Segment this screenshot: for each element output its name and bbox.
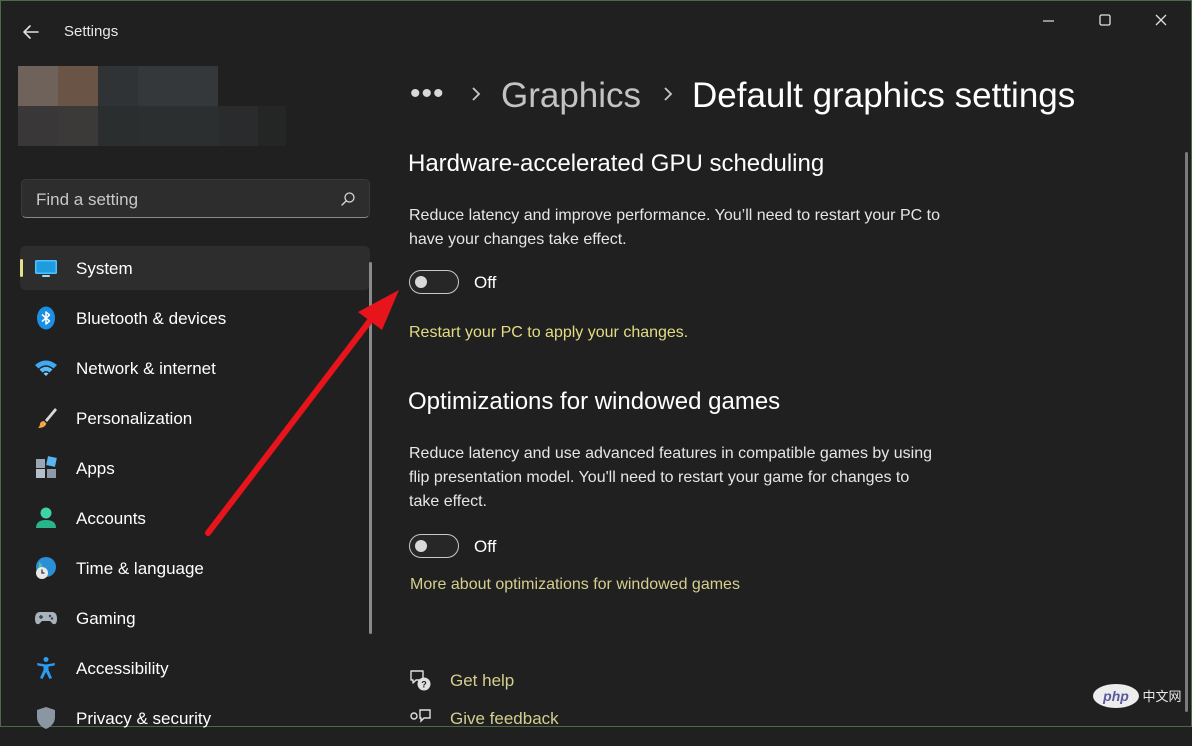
restart-pc-link[interactable]: Restart your PC to apply your changes.	[409, 324, 688, 342]
sidebar-item-label: Apps	[76, 459, 115, 478]
sidebar-scrollbar[interactable]	[369, 262, 372, 634]
svg-text:中文网: 中文网	[1142, 690, 1181, 705]
windowed-games-toggle-state: Off	[474, 537, 497, 556]
gpu-scheduling-toggle-state: Off	[474, 273, 497, 292]
gpu-scheduling-title: Hardware-accelerated GPU scheduling	[408, 150, 825, 177]
back-arrow-icon	[23, 25, 39, 39]
sidebar-item-label: Network & internet	[76, 359, 216, 378]
maximize-icon	[1099, 14, 1111, 26]
search-input[interactable]	[34, 188, 328, 212]
search-box[interactable]	[21, 179, 370, 218]
maximize-button[interactable]	[1082, 8, 1128, 36]
search-icon[interactable]	[340, 191, 356, 207]
accessibility-icon	[37, 657, 55, 679]
windowed-games-toggle[interactable]	[409, 534, 459, 558]
gpu-scheduling-toggle[interactable]	[409, 270, 459, 294]
toggle-knob	[415, 540, 427, 552]
close-button[interactable]	[1138, 8, 1184, 36]
sidebar-item-apps[interactable]: Apps	[20, 446, 370, 490]
main-scrollbar[interactable]	[1185, 152, 1188, 712]
title-bar: Settings	[0, 0, 1192, 62]
sidebar-item-label: Bluetooth & devices	[76, 309, 227, 328]
sidebar-item-network[interactable]: Network & internet	[20, 346, 370, 390]
sidebar-item-gaming[interactable]: Gaming	[20, 596, 370, 640]
system-icon	[35, 260, 57, 277]
minimize-button[interactable]	[1026, 8, 1072, 36]
help-chat-icon: ?	[410, 670, 431, 691]
svg-text:php: php	[1102, 688, 1129, 704]
windowed-games-title: Optimizations for windowed games	[408, 388, 781, 415]
give-feedback-label: Give feedback	[450, 709, 559, 728]
back-button[interactable]	[18, 19, 46, 45]
svg-text:?: ?	[421, 680, 427, 690]
bluetooth-icon	[37, 306, 55, 330]
php-watermark-logo: php 中文网	[1093, 684, 1182, 708]
minimize-icon	[1043, 20, 1054, 22]
windowed-games-description: Reduce latency and use advanced features…	[409, 445, 932, 510]
sidebar-item-privacy[interactable]: Privacy & security	[20, 696, 370, 740]
brush-icon	[38, 408, 57, 428]
gpu-scheduling-description: Reduce latency and improve performance. …	[409, 207, 940, 248]
sidebar-item-label: Privacy & security	[76, 709, 212, 728]
chevron-right-icon	[664, 87, 673, 101]
sidebar-item-label: Gaming	[76, 609, 136, 628]
selection-indicator	[20, 259, 23, 277]
apps-icon	[36, 456, 57, 478]
user-account-info	[18, 106, 286, 146]
sidebar-item-accounts[interactable]: Accounts	[20, 496, 370, 540]
toggle-knob	[415, 276, 427, 288]
sidebar-item-personalization[interactable]: Personalization	[20, 396, 370, 440]
breadcrumb-graphics[interactable]: Graphics	[501, 76, 641, 116]
globe-clock-icon	[36, 557, 56, 579]
gamepad-icon	[35, 612, 57, 625]
sidebar-item-accessibility[interactable]: Accessibility	[20, 646, 370, 690]
app-title: Settings	[64, 23, 119, 40]
feedback-icon	[410, 709, 431, 723]
close-icon	[1155, 14, 1167, 26]
chevron-right-icon	[472, 87, 481, 101]
get-help-label: Get help	[450, 671, 515, 690]
sidebar-item-label: System	[76, 259, 133, 278]
breadcrumb-more-button[interactable]: •••	[410, 77, 445, 111]
shield-icon	[37, 707, 55, 729]
sidebar-item-system[interactable]: System	[20, 246, 370, 290]
windowed-games-more-link[interactable]: More about optimizations for windowed ga…	[410, 576, 740, 594]
sidebar-item-label: Accounts	[76, 509, 146, 528]
wifi-icon	[35, 360, 57, 376]
page-title: Default graphics settings	[692, 76, 1076, 115]
sidebar-item-label: Time & language	[76, 559, 204, 578]
sidebar-nav: System Bluetooth & devices Network & int…	[20, 246, 370, 746]
accounts-icon	[36, 507, 56, 528]
sidebar-item-time-language[interactable]: Time & language	[20, 546, 370, 590]
sidebar-item-bluetooth[interactable]: Bluetooth & devices	[20, 296, 370, 340]
sidebar-item-label: Personalization	[76, 409, 193, 428]
sidebar-item-label: Accessibility	[76, 659, 169, 678]
